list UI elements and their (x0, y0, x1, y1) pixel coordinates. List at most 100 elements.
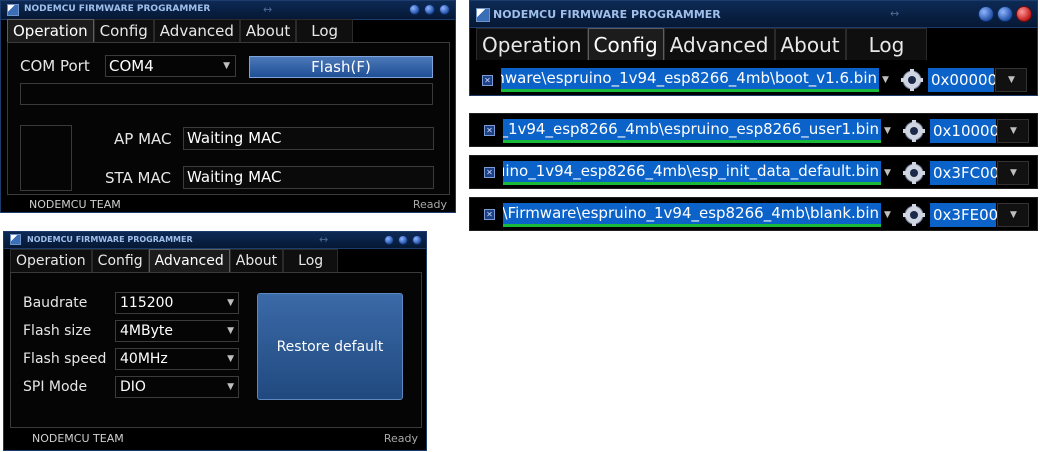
gear-icon[interactable] (901, 69, 923, 91)
resize-icon: ↔ (263, 3, 273, 16)
tab-config[interactable]: Config (587, 28, 664, 60)
com-port-label: COM Port (20, 57, 90, 75)
chevron-down-icon[interactable]: ▼ (884, 168, 891, 178)
status-team: NODEMCU TEAM (32, 432, 124, 445)
qr-frame (20, 125, 72, 191)
main-window: NODEMCU FIRMWARE PROGRAMMER ↔ Operation … (0, 0, 456, 213)
checkbox-checked-icon[interactable]: ✕ (484, 167, 495, 178)
config-row-strip-3: ✕ ruino_1v94_esp8266_4mb\esp_init_data_d… (469, 155, 1038, 189)
main-tabs: Operation Config Advanced About Log (7, 19, 354, 42)
checkbox-checked-icon[interactable]: ✕ (482, 75, 493, 86)
flash-speed-select[interactable]: 40MHz ▼ (115, 348, 239, 370)
gear-icon[interactable] (903, 204, 925, 226)
tab-about[interactable]: About (774, 28, 846, 60)
ap-mac-label: AP MAC (114, 130, 172, 148)
maximize-icon[interactable] (398, 235, 408, 245)
maximize-icon[interactable] (997, 6, 1013, 22)
advanced-window: NODEMCU FIRMWARE PROGRAMMER ↔ Operation … (3, 231, 427, 451)
chevron-down-icon: ▼ (1010, 210, 1017, 220)
chevron-down-icon: ▼ (227, 326, 234, 336)
status-ready: Ready (412, 198, 447, 211)
window-title: NODEMCU FIRMWARE PROGRAMMER (24, 4, 211, 14)
ap-mac-field[interactable]: Waiting MAC (183, 127, 434, 150)
tab-log[interactable]: Log (845, 28, 928, 60)
address-dropdown-3[interactable]: ▼ (997, 161, 1029, 185)
main-titlebar[interactable]: NODEMCU FIRMWARE PROGRAMMER ↔ (1, 1, 455, 20)
firmware-path-2: o_1v94_esp8266_4mb\espruino_esp8266_user… (503, 120, 879, 138)
checkbox-checked-icon[interactable]: ✕ (484, 125, 495, 136)
window-title: NODEMCU FIRMWARE PROGRAMMER (27, 235, 193, 244)
tab-operation[interactable]: Operation (476, 28, 588, 60)
tab-config[interactable]: Config (93, 19, 154, 42)
firmware-path-field-3[interactable]: ruino_1v94_esp8266_4mb\esp_init_data_def… (503, 161, 881, 185)
baudrate-label: Baudrate (23, 295, 88, 311)
checkbox-checked-icon[interactable]: ✕ (484, 209, 495, 220)
minimize-icon[interactable] (978, 6, 994, 22)
log-strip (20, 83, 433, 105)
firmware-path-field-2[interactable]: o_1v94_esp8266_4mb\espruino_esp8266_user… (503, 119, 881, 143)
advanced-panel: Baudrate 115200 ▼ Flash size 4MByte ▼ Fl… (10, 272, 422, 428)
firmware-path-1: mware\espruino_1v94_esp8266_4mb\boot_v1.… (501, 69, 877, 87)
address-dropdown-1[interactable]: ▼ (995, 68, 1027, 92)
restore-default-button[interactable]: Restore default (257, 293, 403, 400)
minimize-icon[interactable] (409, 4, 420, 15)
tab-operation[interactable]: Operation (7, 19, 94, 42)
tab-log[interactable]: Log (283, 249, 339, 272)
com-port-select[interactable]: COM4 ▼ (105, 55, 236, 77)
chevron-down-icon: ▼ (1010, 168, 1017, 178)
tab-advanced[interactable]: Advanced (148, 249, 230, 272)
firmware-path-4: o\Firmware\espruino_1v94_esp8266_4mb\bla… (503, 204, 879, 222)
maximize-icon[interactable] (424, 4, 435, 15)
config-window: NODEMCU FIRMWARE PROGRAMMER ↔ Operation … (469, 0, 1038, 96)
chevron-down-icon: ▼ (227, 298, 234, 308)
flash-button[interactable]: Flash(F) (249, 56, 433, 78)
chevron-down-icon[interactable]: ▼ (884, 126, 891, 136)
address-field-3[interactable]: 0x3FC000 (930, 161, 1009, 185)
config-titlebar[interactable]: NODEMCU FIRMWARE PROGRAMMER ↔ (470, 1, 1037, 28)
address-dropdown-4[interactable]: ▼ (997, 203, 1029, 227)
resize-icon: ↔ (890, 7, 900, 20)
flash-speed-label: Flash speed (23, 351, 107, 367)
firmware-path-3: ruino_1v94_esp8266_4mb\esp_init_data_def… (503, 162, 879, 180)
sta-mac-field[interactable]: Waiting MAC (183, 166, 434, 189)
spi-mode-value: DIO (120, 379, 146, 395)
flash-speed-value: 40MHz (120, 351, 168, 367)
tab-advanced[interactable]: Advanced (153, 19, 240, 42)
minimize-icon[interactable] (384, 235, 394, 245)
close-icon[interactable] (412, 235, 422, 245)
address-field-2[interactable]: 0x10000 (930, 119, 999, 143)
close-icon[interactable] (439, 4, 450, 15)
config-tabs: Operation Config Advanced About Log (476, 28, 928, 60)
firmware-path-field-1[interactable]: mware\espruino_1v94_esp8266_4mb\boot_v1.… (501, 68, 879, 92)
app-icon (7, 4, 19, 16)
chevron-down-icon: ▼ (227, 382, 234, 392)
firmware-path-field-4[interactable]: o\Firmware\espruino_1v94_esp8266_4mb\bla… (503, 203, 881, 227)
tab-log[interactable]: Log (296, 19, 354, 42)
address-field-4[interactable]: 0x3FE000 (930, 203, 1008, 227)
chevron-down-icon: ▼ (1008, 75, 1015, 85)
flash-size-value: 4MByte (120, 323, 173, 339)
address-field-1[interactable]: 0x00000 (928, 68, 997, 92)
config-row-strip-2: ✕ o_1v94_esp8266_4mb\espruino_esp8266_us… (469, 113, 1038, 147)
chevron-down-icon: ▼ (227, 354, 234, 364)
advanced-titlebar[interactable]: NODEMCU FIRMWARE PROGRAMMER ↔ (4, 232, 426, 249)
spi-mode-select[interactable]: DIO ▼ (115, 376, 239, 398)
tab-about[interactable]: About (239, 19, 297, 42)
close-icon[interactable] (1016, 6, 1032, 22)
tab-operation[interactable]: Operation (10, 249, 92, 272)
address-dropdown-2[interactable]: ▼ (997, 119, 1029, 143)
gear-icon[interactable] (903, 162, 925, 184)
baudrate-select[interactable]: 115200 ▼ (115, 292, 239, 314)
advanced-tabs: Operation Config Advanced About Log (10, 249, 339, 272)
sta-mac-label: STA MAC (105, 169, 171, 187)
gear-icon[interactable] (903, 120, 925, 142)
status-ready: Ready (383, 432, 418, 445)
tab-advanced[interactable]: Advanced (663, 28, 775, 60)
chevron-down-icon[interactable]: ▼ (884, 210, 891, 220)
tab-config[interactable]: Config (91, 249, 149, 272)
tab-about[interactable]: About (229, 249, 284, 272)
chevron-down-icon[interactable]: ▼ (882, 75, 889, 85)
flash-size-select[interactable]: 4MByte ▼ (115, 320, 239, 342)
main-statusbar: NODEMCU TEAM Ready (1, 198, 455, 212)
config-row-strip-4: ✕ o\Firmware\espruino_1v94_esp8266_4mb\b… (469, 197, 1038, 231)
